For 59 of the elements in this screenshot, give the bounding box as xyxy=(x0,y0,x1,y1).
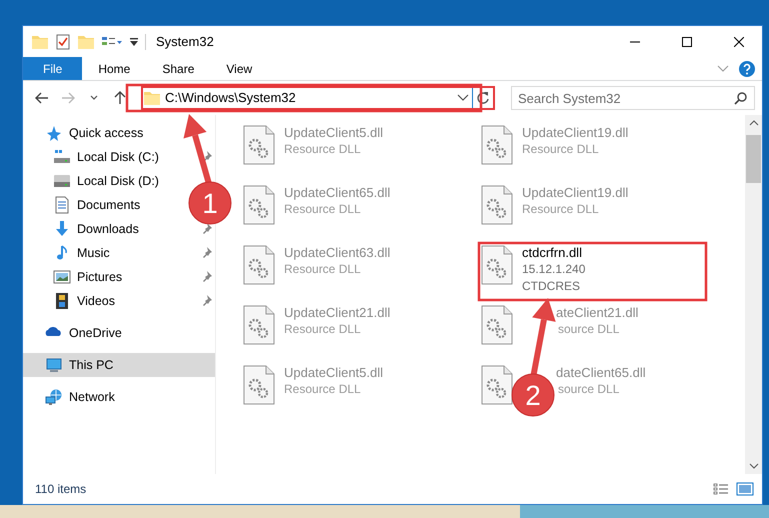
document-icon xyxy=(53,196,71,214)
file-tab[interactable]: File xyxy=(23,57,82,80)
arrow xyxy=(184,114,212,185)
nav-item[interactable]: OneDrive xyxy=(23,321,215,345)
ribbon-tab[interactable]: Share xyxy=(146,57,210,80)
film-icon xyxy=(53,292,71,310)
dll-file-icon xyxy=(242,305,276,345)
step-badge xyxy=(188,182,232,224)
pin-icon[interactable] xyxy=(202,270,214,284)
dll-file-icon xyxy=(242,365,276,405)
dll-file-icon xyxy=(480,305,514,345)
drive-icon xyxy=(53,172,71,190)
details-view-icon[interactable] xyxy=(712,481,730,497)
search-icon[interactable] xyxy=(734,91,748,105)
search-field[interactable]: Search System32 xyxy=(511,86,755,110)
nav-item[interactable]: Local Disk (C:) xyxy=(53,145,159,169)
nav-item[interactable]: Network xyxy=(23,385,215,409)
pin-icon[interactable] xyxy=(202,294,214,308)
maximize-icon[interactable] xyxy=(682,36,692,46)
dll-file-icon xyxy=(242,185,276,225)
nav-item[interactable]: Quick access xyxy=(23,121,215,145)
folder-icon xyxy=(143,89,161,107)
network-icon xyxy=(45,388,63,406)
dll-file-icon xyxy=(480,125,514,165)
picture-icon xyxy=(53,268,71,286)
step-number: 1 xyxy=(202,188,218,219)
nav-item[interactable]: Local Disk (D:) xyxy=(53,169,159,193)
pin-icon[interactable] xyxy=(202,246,214,260)
item-count: 110 items xyxy=(35,481,88,498)
monitor-icon xyxy=(45,356,63,374)
dll-file-icon xyxy=(480,365,514,405)
scrollbar[interactable] xyxy=(745,115,762,474)
nav-item[interactable]: Documents xyxy=(53,193,140,217)
step-badge xyxy=(512,374,554,416)
ribbon-tab[interactable]: View xyxy=(210,57,268,80)
scroll-thumb[interactable] xyxy=(746,135,761,183)
nav-item[interactable]: Videos xyxy=(53,289,115,313)
step-number: 2 xyxy=(525,380,541,411)
large-icons-view-icon[interactable] xyxy=(736,481,754,497)
help-icon[interactable] xyxy=(738,60,756,78)
dll-file-icon xyxy=(242,125,276,165)
nav-item[interactable]: Pictures xyxy=(53,265,122,289)
star-icon xyxy=(45,124,63,142)
nav-item[interactable]: Downloads xyxy=(53,217,139,241)
window-title: System32 xyxy=(156,32,215,51)
dll-file-icon xyxy=(242,245,276,285)
customize-caret-icon[interactable] xyxy=(129,36,139,48)
dll-file-icon xyxy=(480,185,514,225)
dll-file-icon xyxy=(480,245,514,285)
drive-icon xyxy=(53,148,71,166)
nav-item[interactable]: This PC xyxy=(23,353,215,377)
pin-icon[interactable] xyxy=(202,222,214,236)
file-item[interactable]: ctdcrfrn.dll 15.12.1.240 CTDCRES xyxy=(474,241,712,301)
close-icon[interactable] xyxy=(734,36,744,46)
ribbon-tab[interactable]: Home xyxy=(82,57,146,80)
properties-icon[interactable] xyxy=(55,32,71,50)
address-field[interactable]: C:\Windows\System32 xyxy=(141,86,495,110)
download-icon xyxy=(53,220,71,238)
nav-item[interactable]: Music xyxy=(53,241,110,265)
